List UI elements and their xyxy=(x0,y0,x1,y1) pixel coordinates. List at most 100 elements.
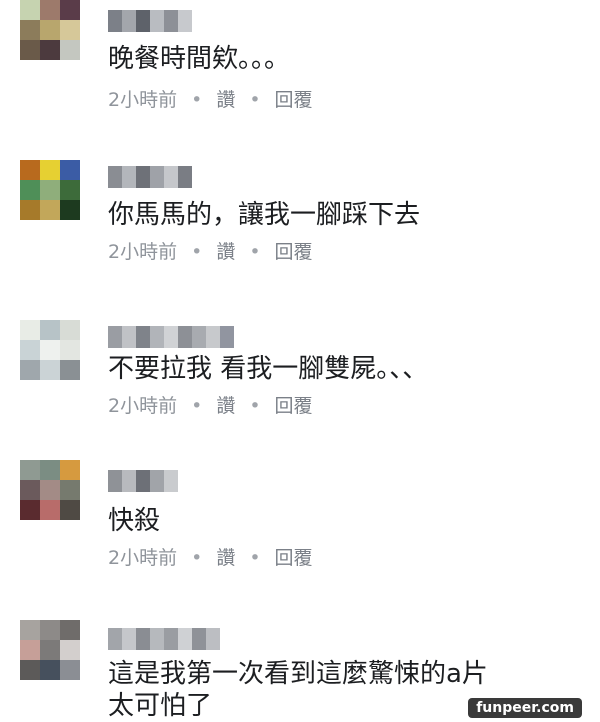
avatar-pixel xyxy=(60,480,80,500)
avatar-pixel xyxy=(20,660,40,680)
avatar-pixel xyxy=(20,0,40,20)
name-pixel xyxy=(150,166,164,188)
name-pixel xyxy=(150,470,164,492)
avatar-pixel xyxy=(20,460,40,480)
avatar-pixel xyxy=(40,360,60,380)
commenter-name-blurred[interactable] xyxy=(108,326,234,348)
name-pixel xyxy=(108,628,122,650)
name-pixel xyxy=(178,628,192,650)
name-pixel xyxy=(206,326,220,348)
name-pixel xyxy=(164,10,178,32)
avatar-pixel xyxy=(20,340,40,360)
comment-text: 晚餐時間欸。。。 xyxy=(108,44,291,74)
avatar-pixel xyxy=(40,340,60,360)
avatar-pixel xyxy=(60,200,80,220)
separator-dot: • xyxy=(191,547,203,569)
avatar-pixel xyxy=(40,40,60,60)
commenter-name-blurred[interactable] xyxy=(108,628,220,650)
commenter-name-blurred[interactable] xyxy=(108,10,192,32)
reply-button[interactable]: 回覆 xyxy=(275,88,313,112)
avatar-pixel xyxy=(60,180,80,200)
avatar-pixel xyxy=(20,620,40,640)
avatar-pixel xyxy=(40,160,60,180)
name-pixel xyxy=(220,326,234,348)
avatar[interactable] xyxy=(20,160,80,220)
separator-dot: • xyxy=(191,395,203,417)
avatar-pixel xyxy=(40,500,60,520)
commenter-name-blurred[interactable] xyxy=(108,470,178,492)
avatar[interactable] xyxy=(20,0,80,60)
comment-timestamp: 2小時前 xyxy=(108,241,178,263)
separator-dot: • xyxy=(191,89,203,111)
avatar-pixel xyxy=(40,640,60,660)
comment-meta: 2小時前 • 讚 • 回覆 xyxy=(108,394,313,418)
avatar[interactable] xyxy=(20,620,80,680)
avatar-pixel xyxy=(40,200,60,220)
avatar-pixel xyxy=(40,0,60,20)
comment-text: 這是我第一次看到這麼驚悚的a片 太可怕了 xyxy=(108,659,488,721)
avatar-pixel xyxy=(60,160,80,180)
avatar-pixel xyxy=(20,40,40,60)
avatar-pixel xyxy=(60,0,80,20)
avatar-pixel xyxy=(20,480,40,500)
comment-timestamp: 2小時前 xyxy=(108,395,178,417)
comment-meta: 2小時前 • 讚 • 回覆 xyxy=(108,240,313,264)
avatar-pixel xyxy=(20,160,40,180)
name-pixel xyxy=(206,628,220,650)
name-pixel xyxy=(150,628,164,650)
name-pixel xyxy=(150,10,164,32)
avatar-pixel xyxy=(40,460,60,480)
avatar-pixel xyxy=(60,340,80,360)
avatar-pixel xyxy=(60,320,80,340)
name-pixel xyxy=(136,470,150,492)
name-pixel xyxy=(136,628,150,650)
name-pixel xyxy=(136,326,150,348)
avatar-pixel xyxy=(20,360,40,380)
avatar-pixel xyxy=(20,20,40,40)
comment-text: 快殺 xyxy=(108,506,161,536)
separator-dot: • xyxy=(249,89,261,111)
comment-meta: 2小時前 • 讚 • 回覆 xyxy=(108,88,313,112)
commenter-name-blurred[interactable] xyxy=(108,166,192,188)
like-button[interactable]: 讚 xyxy=(216,240,235,264)
like-button[interactable]: 讚 xyxy=(216,88,235,112)
comment-text: 不要拉我 看我一腳雙屍。、、 xyxy=(108,354,429,384)
name-pixel xyxy=(178,166,192,188)
avatar-pixel xyxy=(40,660,60,680)
comment-meta: 2小時前 • 讚 • 回覆 xyxy=(108,546,313,570)
like-button[interactable]: 讚 xyxy=(216,546,235,570)
name-pixel xyxy=(108,470,122,492)
avatar-pixel xyxy=(40,620,60,640)
reply-button[interactable]: 回覆 xyxy=(275,240,313,264)
avatar-pixel xyxy=(20,500,40,520)
like-button[interactable]: 讚 xyxy=(216,394,235,418)
name-pixel xyxy=(164,628,178,650)
avatar-pixel xyxy=(60,460,80,480)
avatar[interactable] xyxy=(20,460,80,520)
avatar-pixel xyxy=(40,20,60,40)
separator-dot: • xyxy=(191,241,203,263)
name-pixel xyxy=(136,10,150,32)
reply-button[interactable]: 回覆 xyxy=(275,546,313,570)
avatar[interactable] xyxy=(20,320,80,380)
comment-timestamp: 2小時前 xyxy=(108,547,178,569)
reply-button[interactable]: 回覆 xyxy=(275,394,313,418)
separator-dot: • xyxy=(249,241,261,263)
name-pixel xyxy=(192,628,206,650)
name-pixel xyxy=(136,166,150,188)
name-pixel xyxy=(122,10,136,32)
avatar-pixel xyxy=(20,200,40,220)
name-pixel xyxy=(178,10,192,32)
name-pixel xyxy=(164,470,178,492)
avatar-pixel xyxy=(40,180,60,200)
name-pixel xyxy=(108,10,122,32)
avatar-pixel xyxy=(60,40,80,60)
name-pixel xyxy=(122,628,136,650)
name-pixel xyxy=(122,166,136,188)
watermark-logo: funpeer.com xyxy=(468,698,582,718)
name-pixel xyxy=(164,166,178,188)
avatar-pixel xyxy=(40,320,60,340)
name-pixel xyxy=(178,326,192,348)
name-pixel xyxy=(108,166,122,188)
avatar-pixel xyxy=(60,20,80,40)
